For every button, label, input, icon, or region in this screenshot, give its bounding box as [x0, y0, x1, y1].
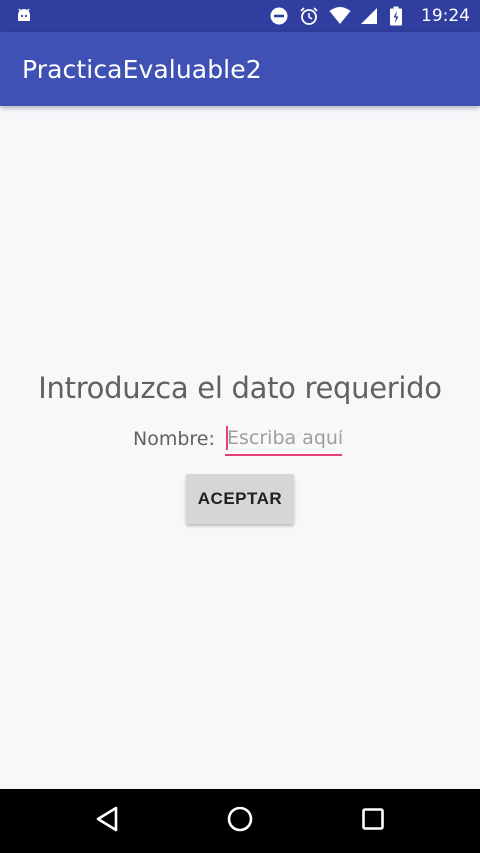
back-button[interactable] — [67, 789, 147, 853]
app-title: PracticaEvaluable2 — [22, 55, 262, 84]
text-cursor — [226, 426, 228, 450]
name-label: Nombre: — [133, 428, 215, 450]
recents-button[interactable] — [333, 789, 413, 853]
signal-icon — [359, 6, 379, 26]
main-content: Introduzca el dato requerido Nombre: ACE… — [0, 106, 480, 789]
home-icon — [226, 805, 254, 838]
do-not-disturb-icon — [269, 6, 289, 26]
status-icons: 19:24 — [269, 0, 470, 32]
name-input[interactable] — [225, 422, 342, 456]
alarm-icon — [299, 6, 319, 26]
wifi-icon — [329, 6, 351, 26]
home-button[interactable] — [200, 789, 280, 853]
status-bar: 19:24 — [0, 0, 480, 32]
navigation-bar — [0, 789, 480, 853]
android-debug-icon — [14, 6, 34, 26]
page-heading: Introduzca el dato requerido — [38, 371, 442, 405]
recents-icon — [361, 807, 385, 836]
name-form-row: Nombre: — [0, 422, 480, 458]
back-icon — [94, 805, 120, 838]
status-time: 19:24 — [421, 6, 470, 26]
battery-icon — [389, 6, 409, 26]
accept-button[interactable]: ACEPTAR — [186, 474, 294, 524]
app-bar: PracticaEvaluable2 — [0, 32, 480, 106]
